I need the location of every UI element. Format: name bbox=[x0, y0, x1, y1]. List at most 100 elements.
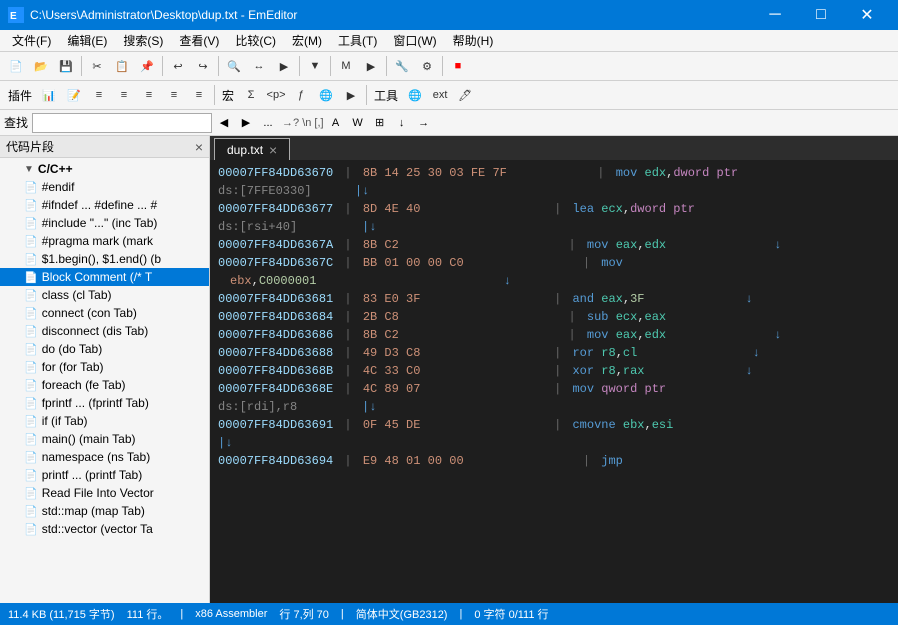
copy-button[interactable]: 📋 bbox=[110, 54, 134, 78]
tree-item-pragma[interactable]: #pragma mark (mark bbox=[0, 232, 209, 250]
code-btn[interactable]: <p> bbox=[264, 83, 288, 107]
snippet-icon-pragma bbox=[24, 235, 38, 248]
tree-item-fprintf[interactable]: fprintf ... (fprintf Tab) bbox=[0, 394, 209, 412]
web-btn2[interactable]: 🌐 bbox=[403, 83, 427, 107]
reg-rax-11: rax bbox=[623, 362, 645, 380]
plugin-btn-7[interactable]: ≡ bbox=[187, 83, 211, 107]
menu-macro[interactable]: 宏(M) bbox=[284, 30, 330, 52]
paste-button[interactable]: 📌 bbox=[135, 54, 159, 78]
macro-run-btn[interactable]: Σ bbox=[239, 83, 263, 107]
cut-button[interactable]: ✂ bbox=[85, 54, 109, 78]
tree-item-readfile[interactable]: Read File Into Vector bbox=[0, 484, 209, 502]
search-w-btn[interactable]: W bbox=[348, 113, 368, 133]
status-bar: 11.4 KB (11,715 字节) 111 行。 | x86 Assembl… bbox=[0, 603, 898, 625]
reg-ecx-3: ecx bbox=[601, 200, 623, 218]
tree-item-begin[interactable]: $1.begin(), $1.end() (b bbox=[0, 250, 209, 268]
menu-tools[interactable]: 工具(T) bbox=[330, 30, 385, 52]
search-next-btn[interactable]: ▶ bbox=[236, 113, 256, 133]
addr-7: 00007FF84DD63681 bbox=[218, 290, 333, 308]
icon-btn[interactable]: 🖊 bbox=[453, 83, 477, 107]
search-input[interactable] bbox=[32, 113, 212, 133]
external-btn[interactable]: ext bbox=[428, 83, 452, 107]
menu-file[interactable]: 文件(F) bbox=[4, 30, 59, 52]
toolbar-sep-9 bbox=[366, 85, 367, 105]
redo-button[interactable]: ↪ bbox=[191, 54, 215, 78]
plugin-btn-6[interactable]: ≡ bbox=[162, 83, 186, 107]
tree-item-stdvector[interactable]: std::vector (vector Ta bbox=[0, 520, 209, 538]
tool1-button[interactable]: 🔧 bbox=[390, 54, 414, 78]
snippet-icon-connect bbox=[24, 307, 38, 320]
tree-item-for[interactable]: for (for Tab) bbox=[0, 358, 209, 376]
tab-dup-txt[interactable]: dup.txt × bbox=[214, 138, 290, 160]
menu-window[interactable]: 窗口(W) bbox=[385, 30, 444, 52]
search-aa-btn[interactable]: A bbox=[326, 113, 346, 133]
indent-1t bbox=[8, 521, 24, 538]
tree-item-foreach[interactable]: foreach (fe Tab) bbox=[0, 376, 209, 394]
sidebar-close-button[interactable]: × bbox=[195, 140, 203, 154]
find-button[interactable]: 🔍 bbox=[222, 54, 246, 78]
tree-item-endif[interactable]: #endif bbox=[0, 178, 209, 196]
menu-view[interactable]: 查看(V) bbox=[171, 30, 227, 52]
snippet-label-pragma: #pragma mark (mark bbox=[42, 234, 153, 248]
tree-item-do[interactable]: do (do Tab) bbox=[0, 340, 209, 358]
tree-item-namespace[interactable]: namespace (ns Tab) bbox=[0, 448, 209, 466]
run-btn2[interactable]: ▶ bbox=[339, 83, 363, 107]
tree-item-class[interactable]: class (cl Tab) bbox=[0, 286, 209, 304]
search-ext-btn[interactable]: ↓ bbox=[392, 113, 412, 133]
minimize-button[interactable]: ─ bbox=[752, 0, 798, 30]
reg-esi-14: esi bbox=[652, 416, 674, 434]
plugin-btn-3[interactable]: ≡ bbox=[87, 83, 111, 107]
web-btn[interactable]: 🌐 bbox=[314, 83, 338, 107]
snippet-icon-blockcomment bbox=[24, 271, 38, 284]
mnem-mov-9: mov bbox=[587, 326, 616, 344]
indent-1r bbox=[8, 485, 24, 502]
replace-button[interactable]: ↔ bbox=[247, 54, 271, 78]
findnext-button[interactable]: ▶ bbox=[272, 54, 296, 78]
stop-button[interactable]: ■ bbox=[446, 54, 470, 78]
tab-close-icon[interactable]: × bbox=[269, 142, 277, 158]
menu-bar: 文件(F) 编辑(E) 搜索(S) 查看(V) 比较(C) 宏(M) 工具(T)… bbox=[0, 30, 898, 52]
plugin-btn-1[interactable]: 📊 bbox=[37, 83, 61, 107]
plugin-btn-4[interactable]: ≡ bbox=[112, 83, 136, 107]
tree-item-stdmap[interactable]: std::map (map Tab) bbox=[0, 502, 209, 520]
tree-group-cpp[interactable]: ▼ C/C++ bbox=[0, 160, 209, 178]
menu-compare[interactable]: 比较(C) bbox=[227, 30, 284, 52]
tree-item-disconnect[interactable]: disconnect (dis Tab) bbox=[0, 322, 209, 340]
tree-item-blockcomment[interactable]: Block Comment (/* T bbox=[0, 268, 209, 286]
snippet-icon-for bbox=[24, 361, 38, 374]
macro-button[interactable]: M bbox=[334, 54, 358, 78]
undo-button[interactable]: ↩ bbox=[166, 54, 190, 78]
func-btn[interactable]: ƒ bbox=[289, 83, 313, 107]
filter-button[interactable]: ▼ bbox=[303, 54, 327, 78]
run-macro-button[interactable]: ▶ bbox=[359, 54, 383, 78]
open-button[interactable]: 📂 bbox=[29, 54, 53, 78]
new-button[interactable]: 📄 bbox=[4, 54, 28, 78]
maximize-button[interactable]: □ bbox=[798, 0, 844, 30]
mnem-and-7: and bbox=[572, 290, 601, 308]
hex-5: 8B C2 bbox=[363, 236, 399, 254]
tool2-button[interactable]: ⚙ bbox=[415, 54, 439, 78]
sidebar-tree[interactable]: ▼ C/C++ #endif #ifndef ... #define ... # bbox=[0, 158, 209, 603]
search-options-btn[interactable]: ... bbox=[258, 113, 278, 133]
arrow-2: |↓ bbox=[355, 182, 369, 200]
save-button[interactable]: 💾 bbox=[54, 54, 78, 78]
tree-item-ifndef[interactable]: #ifndef ... #define ... # bbox=[0, 196, 209, 214]
search-fmt-btn[interactable]: ⊞ bbox=[370, 113, 390, 133]
search-prev-btn[interactable]: ◀ bbox=[214, 113, 234, 133]
search-arrow-btn[interactable]: → bbox=[414, 113, 434, 133]
tree-item-if[interactable]: if (if Tab) bbox=[0, 412, 209, 430]
code-editor[interactable]: 00007FF84DD63670 | 8B 14 25 30 03 FE 7F … bbox=[210, 160, 898, 603]
reg-r8-10: r8 bbox=[601, 344, 615, 362]
plugin-btn-2[interactable]: 📝 bbox=[62, 83, 86, 107]
tree-item-printf[interactable]: printf ... (printf Tab) bbox=[0, 466, 209, 484]
tree-item-connect[interactable]: connect (con Tab) bbox=[0, 304, 209, 322]
cont-ebx: ebx bbox=[230, 272, 252, 290]
tree-item-main[interactable]: main() (main Tab) bbox=[0, 430, 209, 448]
menu-search[interactable]: 搜索(S) bbox=[115, 30, 171, 52]
menu-help[interactable]: 帮助(H) bbox=[445, 30, 502, 52]
menu-edit[interactable]: 编辑(E) bbox=[59, 30, 115, 52]
tree-item-include[interactable]: #include "..." (inc Tab) bbox=[0, 214, 209, 232]
close-button[interactable]: ✕ bbox=[844, 0, 890, 30]
plugin-btn-5[interactable]: ≡ bbox=[137, 83, 161, 107]
reg-cl-10: cl bbox=[623, 344, 637, 362]
